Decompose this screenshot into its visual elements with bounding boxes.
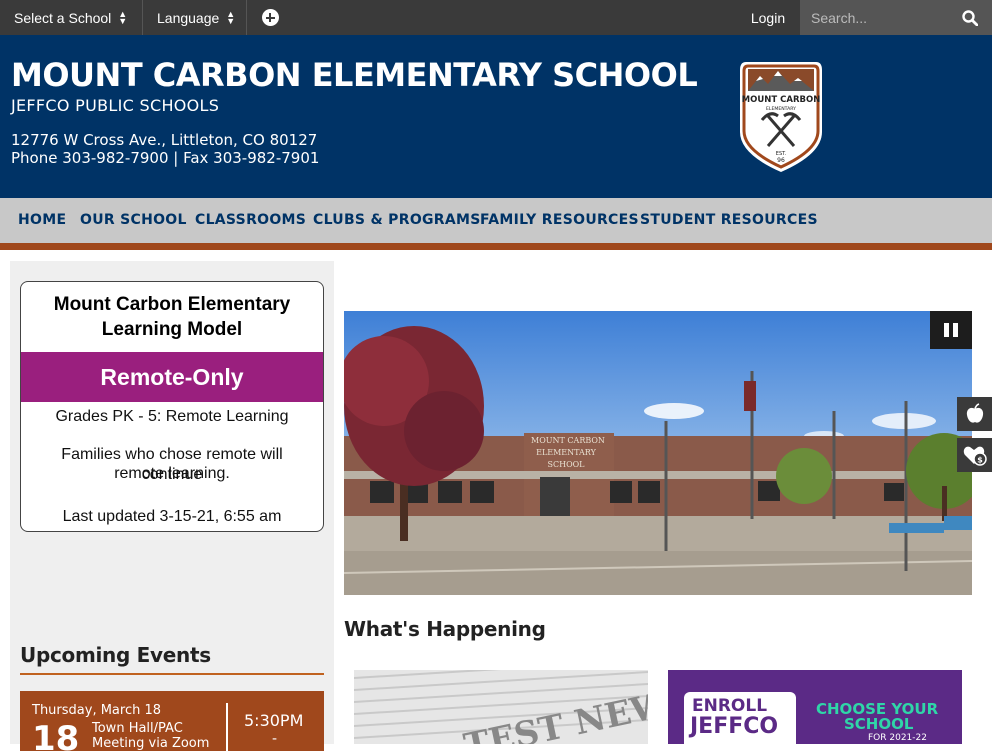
event-day-number: 18 <box>32 719 80 751</box>
last-updated-text: Last updated 3-15-21, 6:55 am <box>62 508 282 525</box>
learning-model-title-line-1: Mount Carbon Elementary <box>53 294 291 315</box>
apple-tab[interactable] <box>957 397 992 431</box>
pause-button[interactable] <box>930 311 972 349</box>
nav-classrooms[interactable]: CLASSROOMS <box>195 212 306 228</box>
photo-slideshow[interactable]: MOUNT CARBON ELEMENTARY SCHOOL <box>344 311 972 595</box>
nav-student-resources[interactable]: STUDENT RESOURCES <box>640 212 818 228</box>
school-address: 12776 W Cross Ave., Littleton, CO 80127 <box>11 131 318 149</box>
svg-text:$: $ <box>977 456 983 465</box>
plus-circle-icon <box>261 9 279 26</box>
school-name[interactable]: MOUNT CARBON ELEMENTARY SCHOOL <box>11 56 698 94</box>
event-date: Thursday, March 18 <box>32 703 162 718</box>
upcoming-events-heading: Upcoming Events <box>20 643 211 667</box>
nav-clubs-programs[interactable]: CLUBS & PROGRAMS <box>313 212 481 228</box>
add-button[interactable] <box>247 0 293 35</box>
event-time: 5:30PM <box>244 711 304 730</box>
grades-text: Grades PK - 5: Remote Learning <box>55 408 289 425</box>
apple-icon <box>966 403 983 423</box>
sign-line-2: ELEMENTARY <box>536 448 596 457</box>
learning-model-box: Mount Carbon Elementary Learning Model R… <box>20 281 324 532</box>
utility-bar: Select a School ▲ ▼ Language ▲ ▼ Login <box>0 0 992 35</box>
school-logo[interactable]: MOUNT CARBON ELEMENTARY EST. 96 <box>738 54 824 174</box>
learning-model-title-line-2: Learning Model <box>101 319 243 340</box>
updown-arrows-icon: ▲ ▼ <box>226 8 236 26</box>
newspaper-image: TEST NEWS <box>354 670 648 744</box>
school-building-photo: MOUNT CARBON ELEMENTARY SCHOOL <box>344 311 972 595</box>
enroll-jeffco-card[interactable]: ENROLL JEFFCO CHOOSE YOUR SCHOOL FOR 202… <box>668 670 962 744</box>
event-time-dash: - <box>272 731 278 747</box>
pause-icon-bar <box>944 323 949 337</box>
nav-divider <box>0 243 992 250</box>
nav-family-resources[interactable]: FAMILY RESOURCES <box>480 212 639 228</box>
logo-text-1: MOUNT CARBON <box>742 95 821 105</box>
select-school-label: Select a School <box>14 9 112 26</box>
nav-home[interactable]: HOME <box>18 212 66 228</box>
site-header: MOUNT CARBON ELEMENTARY SCHOOL JEFFCO PU… <box>0 35 992 198</box>
jeffco-text: JEFFCO <box>690 714 779 739</box>
remote-only-banner: Remote-Only <box>21 352 323 402</box>
events-divider <box>20 673 324 675</box>
enroll-text: ENROLL <box>692 696 768 716</box>
search-box <box>800 0 992 35</box>
nav-our-school[interactable]: OUR SCHOOL <box>80 212 187 228</box>
school-phone: Phone 303-982-7900 | Fax 303-982-7901 <box>11 149 320 167</box>
login-link[interactable]: Login <box>736 0 800 35</box>
language-label: Language <box>157 9 220 26</box>
pause-icon-bar <box>953 323 958 337</box>
event-name[interactable]: Town Hall/PAC Meeting via Zoom <box>92 721 227 751</box>
language-dropdown[interactable]: Language ▲ ▼ <box>143 0 247 35</box>
families-text-2: remote learning. <box>114 465 230 482</box>
news-card[interactable]: TEST NEWS <box>354 670 648 744</box>
whats-happening-heading: What's Happening <box>344 617 546 641</box>
donate-tab[interactable]: $ <box>957 438 992 472</box>
school-text: SCHOOL <box>844 715 914 733</box>
learning-model-title: Mount Carbon Elementary Learning Model <box>21 292 323 342</box>
select-school-dropdown[interactable]: Select a School ▲ ▼ <box>0 0 143 35</box>
year-text: FOR 2021-22 <box>868 733 927 743</box>
updown-arrows-icon: ▲ ▼ <box>118 8 128 26</box>
district-name: JEFFCO PUBLIC SCHOOLS <box>11 96 220 115</box>
sign-line-1: MOUNT CARBON <box>531 436 605 445</box>
logo-est-year: 96 <box>777 157 785 164</box>
search-input[interactable] <box>800 0 950 35</box>
event-card[interactable]: Thursday, March 18 18 Town Hall/PAC Meet… <box>20 691 324 751</box>
heart-dollar-icon: $ <box>963 446 987 466</box>
main-nav: HOME OUR SCHOOL CLASSROOMS CLUBS & PROGR… <box>0 198 992 243</box>
logo-text-2: ELEMENTARY <box>766 106 796 112</box>
sign-line-3: SCHOOL <box>547 460 585 469</box>
search-icon[interactable] <box>962 10 978 26</box>
